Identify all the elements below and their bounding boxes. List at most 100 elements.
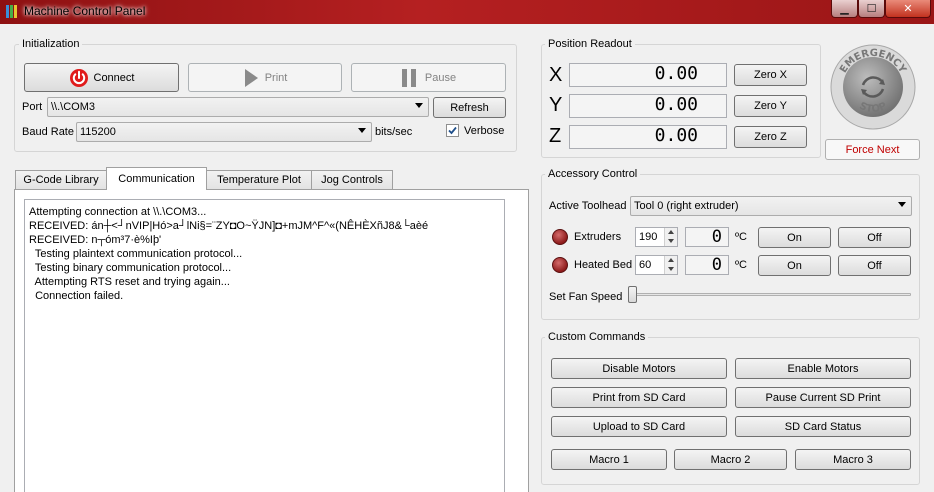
extruder-off-button[interactable]: Off <box>838 227 911 248</box>
checkmark-icon <box>448 126 457 135</box>
baud-rate-dropdown[interactable]: 115200 <box>76 122 372 142</box>
chevron-down-icon <box>898 202 906 207</box>
power-icon <box>69 68 88 87</box>
close-button[interactable]: ✕ <box>885 0 931 18</box>
extruders-label: Extruders <box>574 231 622 243</box>
disable-motors-label: Disable Motors <box>602 362 676 375</box>
spinner-arrows-icon[interactable] <box>664 228 677 246</box>
pause-sd-print-label: Pause Current SD Print <box>765 391 881 404</box>
enable-motors-button[interactable]: Enable Motors <box>735 358 911 379</box>
enable-motors-label: Enable Motors <box>787 362 859 375</box>
close-icon: ✕ <box>903 3 913 15</box>
tab-jog-controls[interactable]: Jog Controls <box>311 170 393 189</box>
port-label: Port <box>22 101 43 113</box>
window-title: Machine Control Panel <box>24 4 146 18</box>
toolhead-dropdown[interactable]: Tool 0 (right extruder) <box>630 196 912 216</box>
zero-y-button[interactable]: Zero Y <box>734 95 807 117</box>
zero-y-label: Zero Y <box>754 100 787 112</box>
print-button[interactable]: Print <box>188 63 342 92</box>
axis-y-label: Y <box>549 94 563 116</box>
baud-rate-value: 115200 <box>80 126 116 138</box>
zero-x-button[interactable]: Zero X <box>734 64 807 86</box>
minimize-button[interactable]: ▁ <box>831 0 858 18</box>
verbose-checkbox[interactable] <box>446 124 459 137</box>
bits-per-sec-label: bits/sec <box>375 126 413 138</box>
heated-bed-off-label: Off <box>867 259 882 272</box>
chevron-down-icon <box>358 128 366 133</box>
tab-jog-controls-label: Jog Controls <box>321 174 383 186</box>
log-line: Attempting RTS reset and trying again... <box>29 276 230 288</box>
force-next-button[interactable]: Force Next <box>825 139 920 160</box>
fan-speed-slider[interactable] <box>628 286 637 303</box>
macro-1-button[interactable]: Macro 1 <box>551 449 667 470</box>
extruder-target-value: 190 <box>639 231 658 243</box>
heated-bed-status-led <box>552 257 568 273</box>
tab-communication[interactable]: Communication <box>106 167 207 190</box>
heated-bed-off-button[interactable]: Off <box>838 255 911 276</box>
heated-bed-on-label: On <box>787 259 802 272</box>
log-line: RECEIVED: án┼<┘nVIP|Hó>a┘lNi§=¨ZY◘O~ŸJN]… <box>29 220 429 232</box>
pause-button[interactable]: Pause <box>351 63 506 92</box>
port-value: \\.\COM3 <box>51 101 96 113</box>
tab-communication-label: Communication <box>118 173 195 185</box>
minimize-icon: ▁ <box>840 3 849 15</box>
macro-2-button[interactable]: Macro 2 <box>674 449 787 470</box>
pause-label: Pause <box>424 71 457 84</box>
heated-bed-temp-spinner[interactable]: 60 <box>635 255 678 275</box>
maximize-icon: ☐ <box>866 3 877 15</box>
port-dropdown[interactable]: \\.\COM3 <box>47 97 429 117</box>
refresh-label: Refresh <box>450 101 489 114</box>
position-z-readout: 0.00 <box>569 125 727 149</box>
extruder-unit-label: ºC <box>735 231 747 243</box>
axis-x-label: X <box>549 64 563 86</box>
fan-speed-track <box>628 293 911 296</box>
connect-label: Connect <box>93 71 135 84</box>
heated-bed-on-button[interactable]: On <box>758 255 831 276</box>
axis-z-label: Z <box>549 125 562 147</box>
spinner-arrows-icon[interactable] <box>664 256 677 274</box>
connect-button[interactable]: Connect <box>24 63 179 92</box>
accessory-control-title: Accessory Control <box>545 168 641 180</box>
extruder-current-temp: 0 <box>685 227 729 247</box>
position-readout-title: Position Readout <box>545 38 635 50</box>
disable-motors-button[interactable]: Disable Motors <box>551 358 727 379</box>
tab-temperature-plot[interactable]: Temperature Plot <box>206 170 312 189</box>
heated-bed-label: Heated Bed <box>574 259 633 271</box>
zero-x-label: Zero X <box>753 69 787 81</box>
macro-3-label: Macro 3 <box>833 453 873 466</box>
extruder-on-button[interactable]: On <box>758 227 831 248</box>
upload-to-sd-button[interactable]: Upload to SD Card <box>551 416 727 437</box>
print-label: Print <box>264 71 288 84</box>
log-line: Testing plaintext communication protocol… <box>29 248 243 260</box>
macro-1-label: Macro 1 <box>589 453 629 466</box>
log-line: Testing binary communication protocol... <box>29 262 232 274</box>
extruder-on-label: On <box>787 231 802 244</box>
play-icon <box>244 68 258 87</box>
zero-z-label: Zero Z <box>754 131 787 143</box>
app-icon <box>6 5 18 18</box>
heated-bed-unit-label: ºC <box>735 259 747 271</box>
tab-gcode-library-label: G-Code Library <box>23 174 99 186</box>
sd-card-status-button[interactable]: SD Card Status <box>735 416 911 437</box>
emergency-stop-button[interactable]: EMERGENCY STOP <box>828 41 918 131</box>
tab-gcode-library[interactable]: G-Code Library <box>15 170 107 189</box>
verbose-label: Verbose <box>464 125 505 137</box>
sd-card-status-label: SD Card Status <box>784 420 862 433</box>
extruder-temp-spinner[interactable]: 190 <box>635 227 678 247</box>
macro-3-button[interactable]: Macro 3 <box>795 449 911 470</box>
extruder-off-label: Off <box>867 231 882 244</box>
refresh-button[interactable]: Refresh <box>433 97 506 118</box>
print-from-sd-label: Print from SD Card <box>592 391 686 404</box>
baud-rate-label: Baud Rate <box>22 126 74 138</box>
initialization-title: Initialization <box>19 38 83 50</box>
upload-to-sd-label: Upload to SD Card <box>592 420 686 433</box>
position-x-readout: 0.00 <box>569 63 727 87</box>
heated-bed-target-value: 60 <box>639 259 652 271</box>
zero-z-button[interactable]: Zero Z <box>734 126 807 148</box>
maximize-button[interactable]: ☐ <box>858 0 885 18</box>
communication-log[interactable]: Attempting connection at \\.\COM3... REC… <box>24 199 505 492</box>
heated-bed-current-temp: 0 <box>685 255 729 275</box>
print-from-sd-button[interactable]: Print from SD Card <box>551 387 727 408</box>
custom-commands-title: Custom Commands <box>545 331 649 343</box>
pause-sd-print-button[interactable]: Pause Current SD Print <box>735 387 911 408</box>
